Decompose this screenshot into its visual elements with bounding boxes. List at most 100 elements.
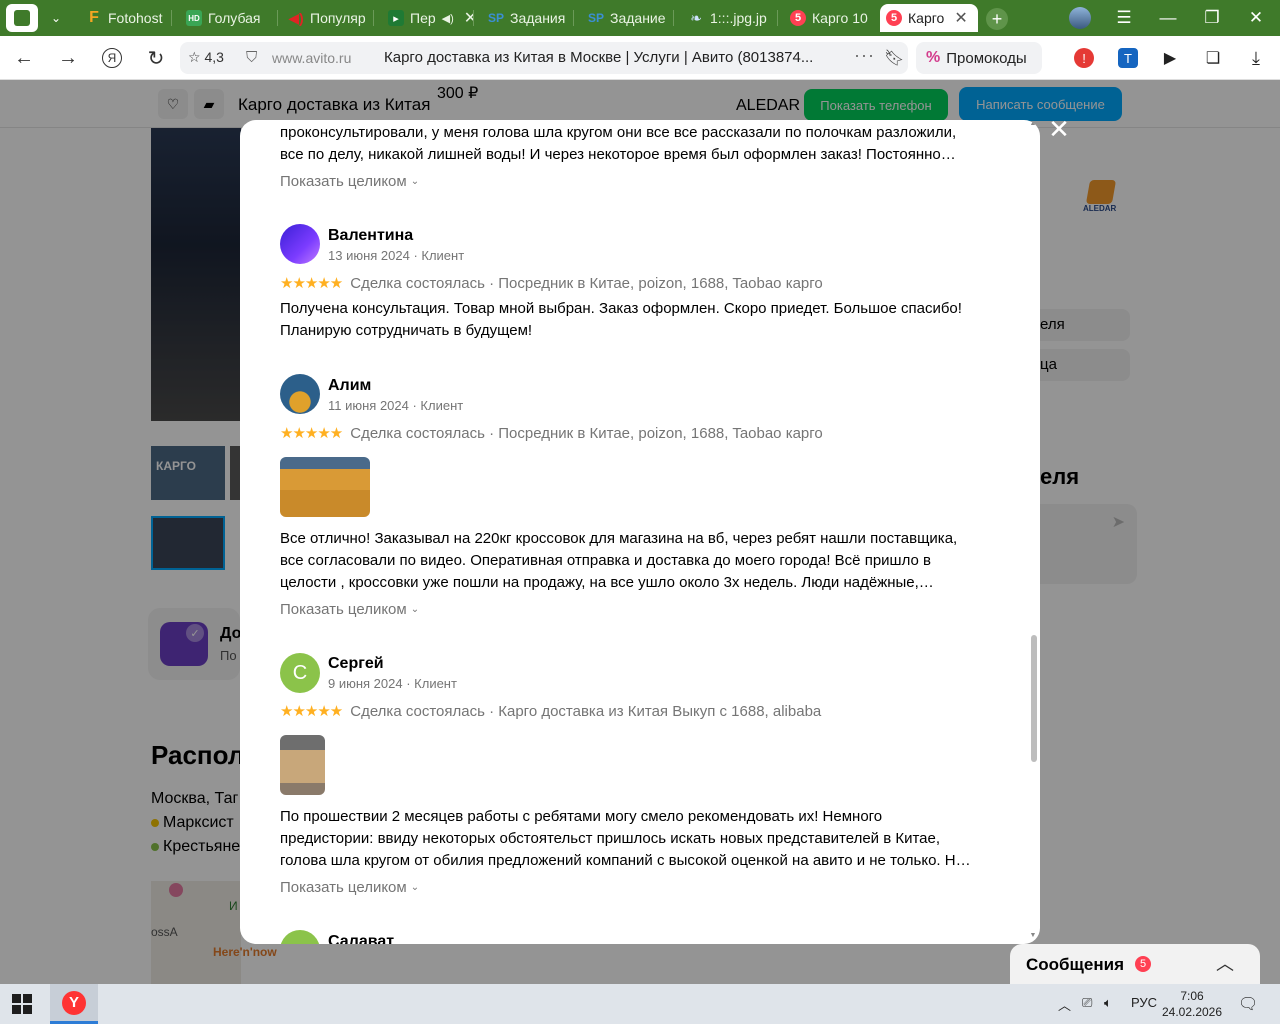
reviewer-name[interactable]: Алим: [328, 377, 371, 395]
tab-golubaya[interactable]: HD Голубая: [180, 4, 278, 32]
restore-button[interactable]: ❐: [1190, 0, 1234, 36]
review-photo[interactable]: [280, 457, 370, 517]
forward-button[interactable]: →: [53, 44, 83, 72]
review-text: Все отлично! Заказывал на 220кг кроссово…: [280, 528, 992, 594]
bookmark-icon[interactable]: 🔖︎: [884, 48, 904, 68]
avatar[interactable]: [280, 374, 320, 414]
sp-icon: SP: [588, 11, 605, 25]
show-full-link[interactable]: Показать целиком ⌄: [280, 601, 419, 618]
avatar[interactable]: [280, 930, 320, 944]
hamburger-icon: ☰: [1116, 8, 1132, 27]
tab-label: Пер: [410, 10, 436, 26]
tab-fotohost[interactable]: F Fotohost: [80, 4, 172, 32]
extension-adblock-icon[interactable]: !: [1074, 48, 1094, 68]
windows-taskbar: Y ︿ ⎚ 🔈︎ РУС 7:06 24.02.2026 🗨︎: [0, 984, 1280, 1024]
language-indicator[interactable]: РУС: [1131, 995, 1157, 1010]
scroll-up-icon[interactable]: ▲: [1029, 120, 1037, 128]
review-deal: Сделка состоялась · Посредник в Китае, p…: [350, 274, 823, 292]
tab-kargo-active[interactable]: 5 Карго ✕: [880, 4, 978, 32]
tab-jpg[interactable]: ❧ 1:::.jpg.jp: [682, 4, 778, 32]
tab-kargo-10[interactable]: 5 Карго 10: [784, 4, 876, 32]
download-icon[interactable]: ⤓: [1246, 48, 1266, 68]
review-photo[interactable]: [280, 735, 325, 795]
chevron-up-icon[interactable]: ︿: [1216, 950, 1234, 976]
reviewer-name[interactable]: Салават: [328, 933, 394, 944]
tab-label: Задания: [510, 10, 566, 26]
tab-label: Голубая: [208, 10, 261, 26]
audio-playing-icon[interactable]: ◀): [442, 12, 454, 25]
address-bar: ← → Я ↻ ☆ 4,3 ⛉ www.avito.ru Карго доста…: [0, 36, 1280, 80]
close-icon[interactable]: ✕: [954, 8, 967, 28]
review-text: Получена консультация. Товар мной выбран…: [280, 298, 992, 342]
reviewer-name[interactable]: Сергей: [328, 655, 384, 673]
browser-menu-button[interactable]: [6, 4, 38, 32]
messages-badge: 5: [1135, 956, 1151, 972]
stars-icon: ★★★★★: [280, 703, 343, 720]
messages-drawer[interactable]: Сообщения 5 ︿: [1010, 944, 1260, 984]
more-icon[interactable]: ···: [854, 45, 875, 66]
arrow-right-icon: →: [58, 46, 78, 69]
review-text: проконсультировали, у меня голова шла кр…: [280, 122, 992, 166]
close-modal-button[interactable]: ✕: [1046, 116, 1072, 142]
yandex-browser-icon: Y: [62, 990, 86, 1015]
extension-translate-icon[interactable]: T: [1118, 48, 1138, 68]
show-full-label: Показать целиком: [280, 601, 407, 618]
notifications-icon[interactable]: 🗨︎: [1238, 994, 1258, 1014]
review-text-line: все согласовали по видео. Оперативная от…: [280, 552, 931, 569]
tab-populyar[interactable]: ◀) Популяр: [282, 4, 374, 32]
chevron-down-icon: ⌄: [410, 176, 420, 187]
tabs-list-button[interactable]: ⌄: [40, 4, 72, 32]
review-text-line: предистории: ввиду некоторых обстоятельс…: [280, 830, 941, 847]
scroll-down-icon[interactable]: ▼: [1029, 932, 1037, 940]
tab-zadanie[interactable]: SP Задание: [582, 4, 674, 32]
review-rating: ★★★★★ Сделка состоялась · Посредник в Ки…: [280, 274, 823, 293]
review-text-line: Планирую сотрудничать в будущем!: [280, 322, 533, 339]
show-full-link[interactable]: Показать целиком ⌄: [280, 879, 419, 896]
avatar[interactable]: [280, 224, 320, 264]
review-meta: 9 июня 2024 · Клиент: [328, 676, 457, 691]
url-box[interactable]: ☆ 4,3 ⛉ www.avito.ru Карго доставка из К…: [180, 42, 908, 74]
menu-button[interactable]: ☰: [1102, 0, 1146, 36]
yandex-button[interactable]: Я: [97, 44, 127, 72]
modal-scrollbar-thumb[interactable]: [1031, 635, 1037, 762]
percent-icon: %: [926, 49, 941, 66]
tab-bar: ⌄ F Fotohost HD Голубая ◀) Популяр ▸ Пер…: [0, 0, 1280, 36]
review-text-line: По прошествии 2 месяцев работы с ребятам…: [280, 808, 883, 825]
clock-time: 7:06: [1180, 989, 1204, 1003]
yandex-icon: Я: [102, 48, 122, 68]
new-tab-button[interactable]: +: [986, 8, 1008, 30]
close-window-button[interactable]: ✕: [1234, 0, 1278, 36]
reload-button[interactable]: ↻: [141, 44, 171, 72]
stars-icon: ★★★★★: [280, 275, 343, 292]
extension-sidebar-icon[interactable]: ❏: [1203, 48, 1223, 68]
taskbar-yandex-browser[interactable]: Y: [50, 984, 98, 1024]
page-title-in-url: Карго доставка из Китая в Москве | Услуг…: [384, 49, 814, 66]
modal-scrollbar[interactable]: [1029, 120, 1037, 944]
reviewer-name[interactable]: Валентина: [328, 227, 413, 245]
gs-icon: [14, 10, 30, 26]
minimize-button[interactable]: —: [1146, 0, 1190, 36]
review-text: По прошествии 2 месяцев работы с ребятам…: [280, 806, 992, 872]
hd-icon: HD: [186, 10, 202, 26]
tab-label: 1:::.jpg.jp: [710, 10, 767, 26]
tray-expand-icon[interactable]: ︿: [1058, 995, 1071, 1014]
shield-icon[interactable]: ⛉: [246, 49, 257, 66]
review-meta: 13 июня 2024 · Клиент: [328, 248, 465, 263]
clock[interactable]: 7:06 24.02.2026: [1160, 988, 1224, 1020]
network-icon[interactable]: ⎚: [1082, 995, 1092, 1011]
profile-avatar[interactable]: [1058, 0, 1102, 36]
tab-per[interactable]: ▸ Пер ◀) ✕: [382, 4, 474, 32]
back-button[interactable]: ←: [9, 44, 39, 72]
tab-zadaniya[interactable]: SP Задания: [482, 4, 574, 32]
review-text-line: все по делу, никакой лишней воды! И чере…: [280, 146, 956, 163]
review-deal: Сделка состоялась · Карго доставка из Ки…: [350, 702, 822, 720]
start-button[interactable]: [12, 994, 32, 1014]
site-rating[interactable]: ☆ 4,3: [188, 49, 224, 66]
arrow-left-icon: ←: [14, 46, 34, 69]
promocodes-button[interactable]: % Промокоды: [916, 42, 1042, 74]
avatar[interactable]: С: [280, 653, 320, 693]
extension-video-icon[interactable]: ▶: [1160, 48, 1180, 68]
volume-icon[interactable]: 🔈︎: [1104, 995, 1112, 1011]
show-full-link[interactable]: Показать целиком ⌄: [280, 173, 419, 190]
review-text-line: проконсультировали, у меня голова шла кр…: [280, 124, 957, 141]
